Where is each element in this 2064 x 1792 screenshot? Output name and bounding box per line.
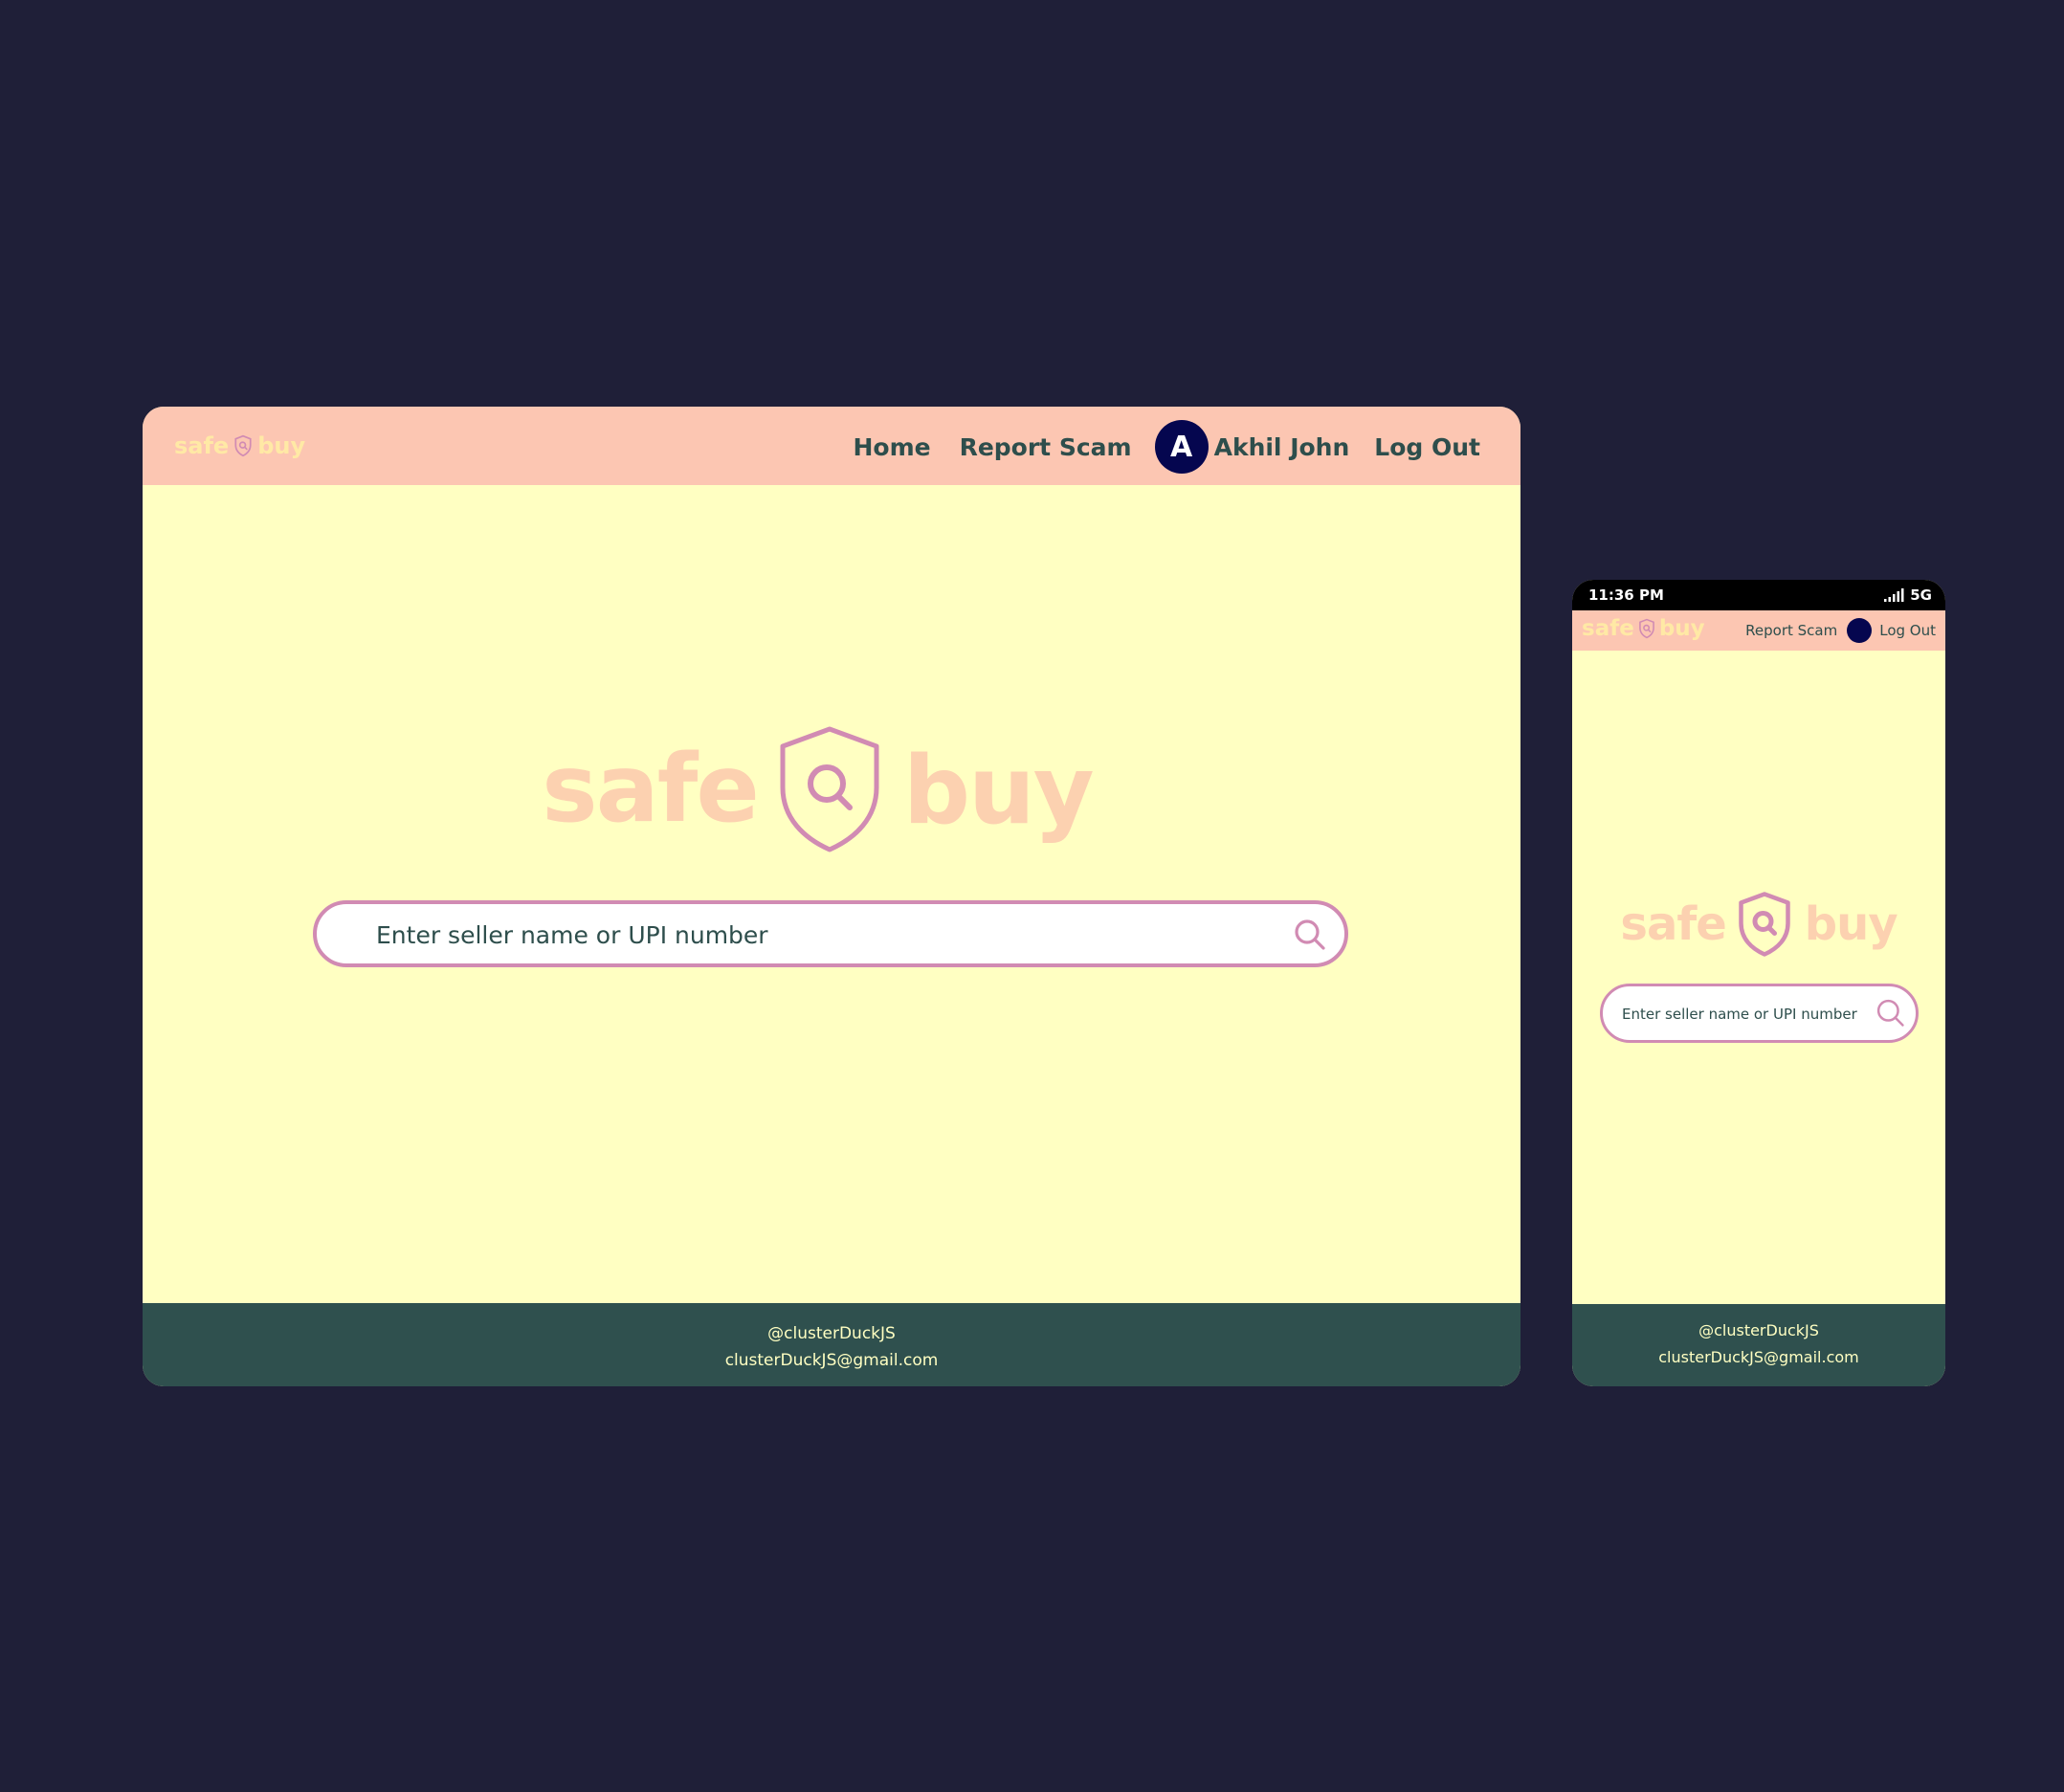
- desktop-mockup: safe buy Home Report Scam A Akhil John L…: [143, 407, 1520, 1386]
- mobile-nav-menu: Report Scam Log Out: [1745, 616, 1936, 645]
- footer-email: clusterDuckJS@gmail.com: [724, 1351, 939, 1370]
- footer: @clusterDuckJS clusterDuckJS@gmail.com: [1572, 1304, 1945, 1386]
- search-icon[interactable]: [1875, 998, 1906, 1029]
- footer-email: clusterDuckJS@gmail.com: [1658, 1348, 1859, 1366]
- nav-menu: Home Report Scam A Akhil John Log Out: [853, 420, 1480, 474]
- logout-link[interactable]: Log Out: [1374, 433, 1480, 461]
- hero-word-buy: buy: [1804, 897, 1898, 951]
- logo-word-buy: buy: [1658, 616, 1705, 641]
- status-bar: 11:36 PM 5G: [1572, 580, 1945, 610]
- status-right: 5G: [1883, 586, 1932, 604]
- footer: @clusterDuckJS clusterDuckJS@gmail.com: [143, 1303, 1520, 1386]
- hero-word-safe: safe: [542, 735, 760, 844]
- navbar: safe buy Home Report Scam A Akhil John L…: [143, 407, 1520, 485]
- footer-handle: @clusterDuckJS: [767, 1324, 896, 1343]
- search-input[interactable]: [374, 904, 1239, 965]
- footer-handle: @clusterDuckJS: [1698, 1321, 1819, 1339]
- mobile-mockup: 11:36 PM 5G safe buy Report Scam Log Out…: [1572, 580, 1945, 1386]
- shield-search-icon: [1638, 618, 1654, 639]
- shield-search-icon: [1739, 892, 1790, 957]
- avatar[interactable]: A: [1154, 420, 1209, 474]
- search-icon[interactable]: [1293, 918, 1327, 952]
- user-name[interactable]: Akhil John: [1214, 433, 1350, 461]
- logo-word-buy: buy: [257, 432, 306, 459]
- hero-logo: safe buy: [1572, 888, 1945, 961]
- hero-word-safe: safe: [1620, 897, 1726, 951]
- logo-word-safe: safe: [1582, 616, 1634, 641]
- shield-search-icon: [234, 434, 252, 457]
- logout-link[interactable]: Log Out: [1879, 622, 1936, 639]
- logo-word-safe: safe: [174, 432, 230, 459]
- mobile-navbar: safe buy Report Scam Log Out: [1572, 610, 1945, 651]
- signal-icon: [1884, 588, 1904, 602]
- hero-logo: safe buy: [143, 722, 1520, 856]
- search-bar: [313, 900, 1348, 967]
- hero-word-buy: buy: [902, 737, 1095, 846]
- nav-logo[interactable]: safe buy: [1582, 616, 1705, 641]
- nav-link-report-scam[interactable]: Report Scam: [1745, 622, 1837, 639]
- nav-link-report-scam[interactable]: Report Scam: [960, 433, 1132, 461]
- status-time: 11:36 PM: [1588, 586, 1664, 604]
- search-bar: [1600, 984, 1919, 1043]
- avatar[interactable]: [1847, 618, 1873, 643]
- shield-search-icon: [780, 726, 879, 852]
- nav-link-home[interactable]: Home: [853, 433, 930, 461]
- search-input[interactable]: [1620, 986, 1875, 1042]
- network-label: 5G: [1910, 586, 1932, 604]
- nav-logo[interactable]: safe buy: [174, 431, 305, 460]
